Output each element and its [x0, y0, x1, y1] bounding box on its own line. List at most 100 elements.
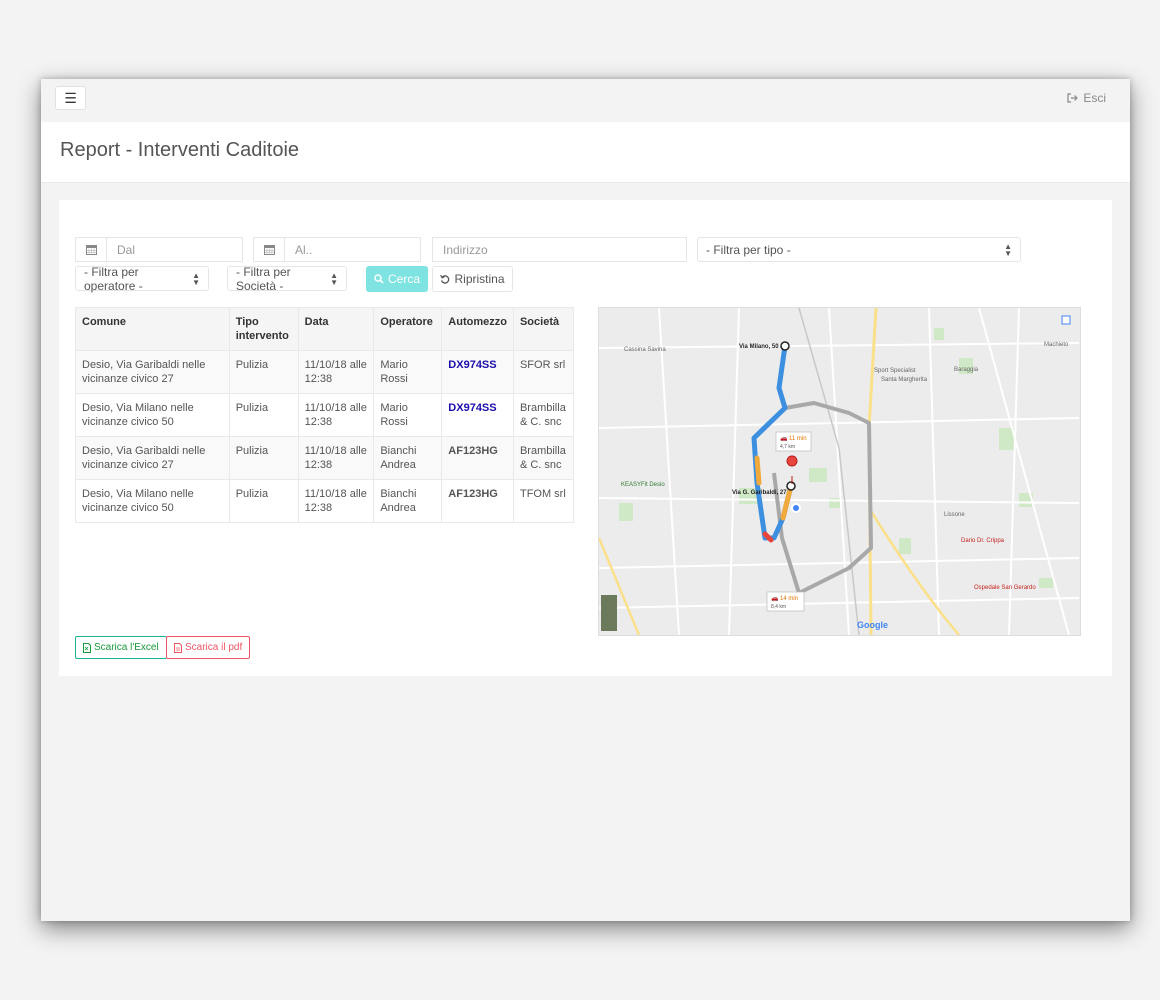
column-header-operatore: Operatore	[373, 307, 443, 351]
cell-tipo: Pulizia	[228, 350, 299, 394]
download-excel-label: Scarica l'Excel	[94, 642, 159, 653]
cell-societa: SFOR srl	[512, 350, 575, 394]
undo-icon	[440, 274, 450, 284]
calendar-icon	[254, 238, 285, 261]
sign-out-icon	[1067, 93, 1079, 103]
cell-automezzo-link[interactable]: DX974SS	[441, 350, 514, 394]
cell-automezzo-link[interactable]: DX974SS	[441, 393, 514, 437]
destination-label: Via G. Garibaldi, 27	[732, 490, 787, 496]
cell-comune: Desio, Via Milano nelle vicinanze civico…	[75, 393, 230, 437]
cell-tipo: Pulizia	[228, 479, 299, 523]
route2-time: 14 min	[780, 596, 798, 602]
hamburger-icon: ☰	[64, 89, 77, 106]
page-header: Report - Interventi Caditoie	[41, 122, 1130, 183]
route1-distance: 4,7 km	[780, 444, 795, 450]
cell-operatore: Bianchi Andrea	[373, 479, 443, 523]
search-button-label: Cerca	[387, 272, 420, 286]
report-table: Comune Tipo intervento Data Operatore Au…	[75, 307, 575, 523]
type-filter-value: - Filtra per tipo -	[706, 242, 791, 257]
route-time-bubble[interactable]: 🚗 11 min 4,7 km	[775, 431, 812, 452]
origin-marker-icon[interactable]	[780, 341, 790, 351]
address-input[interactable]: Indirizzo	[432, 237, 687, 262]
select-arrows-icon: ▲ ▼	[330, 270, 338, 287]
logout-link[interactable]: Esci	[1067, 91, 1106, 105]
cell-societa: TFOM srl	[512, 479, 575, 523]
cell-comune: Desio, Via Garibaldi nelle vicinanze civ…	[75, 350, 230, 394]
car-icon: 🚗	[771, 596, 779, 602]
cell-data: 11/10/18 alle 12:38	[297, 393, 375, 437]
date-to-field[interactable]: Al..	[253, 237, 421, 262]
download-pdf-button[interactable]: Scarica il pdf	[166, 636, 251, 659]
cell-tipo: Pulizia	[228, 393, 299, 437]
cell-automezzo: AF123HG	[441, 436, 514, 480]
cell-data: 11/10/18 alle 12:38	[297, 436, 375, 480]
date-to-placeholder: Al..	[295, 242, 313, 257]
cell-operatore: Mario Rossi	[373, 350, 443, 394]
car-icon: 🚗	[780, 436, 788, 442]
route1-time: 11 min	[789, 436, 807, 442]
place-label: Cassina Savina	[624, 347, 666, 353]
hamburger-menu-button[interactable]: ☰	[55, 86, 86, 110]
cell-tipo: Pulizia	[228, 436, 299, 480]
app-window: ☰ Esci Report - Interventi Caditoie Dal …	[41, 79, 1130, 921]
table-row: Desio, Via Milano nelle vicinanze civico…	[75, 479, 575, 523]
place-label: Ospedale San Gerardo	[974, 585, 1036, 591]
cell-comune: Desio, Via Milano nelle vicinanze civico…	[75, 479, 230, 523]
cell-operatore: Mario Rossi	[373, 393, 443, 437]
type-filter-select[interactable]: - Filtra per tipo - ▲ ▼	[697, 237, 1021, 262]
logout-label: Esci	[1083, 91, 1106, 105]
download-pdf-label: Scarica il pdf	[185, 642, 243, 653]
file-excel-icon	[83, 642, 91, 653]
map-canvas[interactable]: Cassina Savina Santa Margherita Baraggia…	[599, 308, 1080, 635]
top-navbar: ☰ Esci	[41, 79, 1130, 123]
address-placeholder: Indirizzo	[443, 242, 488, 257]
route-time-bubble[interactable]: 🚗 14 min 8,4 km	[766, 591, 805, 612]
place-label: Dario Dr. Crippa	[961, 538, 1005, 544]
cell-societa: Brambilla & C. snc	[512, 436, 575, 480]
cell-data: 11/10/18 alle 12:38	[297, 350, 375, 394]
origin-label: Via Milano, 50	[739, 344, 779, 350]
cell-operatore: Bianchi Andrea	[373, 436, 443, 480]
route-map[interactable]: Cassina Savina Santa Margherita Baraggia…	[598, 307, 1081, 636]
route2-distance: 8,4 km	[771, 604, 786, 610]
satellite-toggle-thumbnail[interactable]	[601, 595, 617, 631]
report-panel: Dal Al.. Indirizzo - Filtra per tipo - ▲…	[59, 200, 1112, 676]
page-title: Report - Interventi Caditoie	[60, 139, 300, 161]
search-button[interactable]: Cerca	[366, 266, 428, 292]
column-header-tipo: Tipo intervento	[228, 307, 299, 351]
column-header-data: Data	[297, 307, 375, 351]
cell-data: 11/10/18 alle 12:38	[297, 479, 375, 523]
cell-comune: Desio, Via Garibaldi nelle vicinanze civ…	[75, 436, 230, 480]
column-header-automezzo: Automezzo	[441, 307, 514, 351]
place-label: Lissone	[944, 512, 965, 518]
reset-button[interactable]: Ripristina	[432, 266, 513, 292]
place-label: Santa Margherita	[881, 377, 928, 383]
current-location-icon	[791, 503, 801, 513]
place-label: KEASYFit Desio	[621, 482, 665, 488]
cell-societa: Brambilla & C. snc	[512, 393, 575, 437]
cell-automezzo: AF123HG	[441, 479, 514, 523]
table-row: Desio, Via Milano nelle vicinanze civico…	[75, 393, 575, 437]
waypoint-marker-icon[interactable]	[786, 481, 796, 491]
table-header-row: Comune Tipo intervento Data Operatore Au…	[75, 307, 575, 351]
select-arrows-icon: ▲ ▼	[192, 270, 200, 287]
column-header-societa: Società	[512, 307, 575, 351]
place-label: Machieto	[1044, 342, 1069, 348]
fullscreen-icon[interactable]	[1061, 315, 1071, 325]
operator-filter-value: - Filtra per operatore -	[84, 264, 143, 293]
google-logo: Google	[857, 620, 888, 630]
date-from-field[interactable]: Dal	[75, 237, 243, 262]
table-row: Desio, Via Garibaldi nelle vicinanze civ…	[75, 350, 575, 394]
column-header-comune: Comune	[75, 307, 230, 351]
place-label: Sport Specialist	[874, 368, 916, 374]
reset-button-label: Ripristina	[454, 272, 505, 286]
place-label: Baraggia	[954, 367, 979, 373]
select-arrows-icon: ▲ ▼	[1004, 241, 1012, 258]
operator-filter-select[interactable]: - Filtra per operatore - ▲ ▼	[75, 264, 209, 293]
company-filter-select[interactable]: - Filtra per Società - ▲ ▼	[227, 264, 347, 293]
date-from-placeholder: Dal	[117, 242, 136, 257]
download-excel-button[interactable]: Scarica l'Excel	[75, 636, 167, 659]
table-row: Desio, Via Garibaldi nelle vicinanze civ…	[75, 436, 575, 480]
file-pdf-icon	[174, 642, 182, 653]
company-filter-value: - Filtra per Società -	[236, 264, 291, 293]
